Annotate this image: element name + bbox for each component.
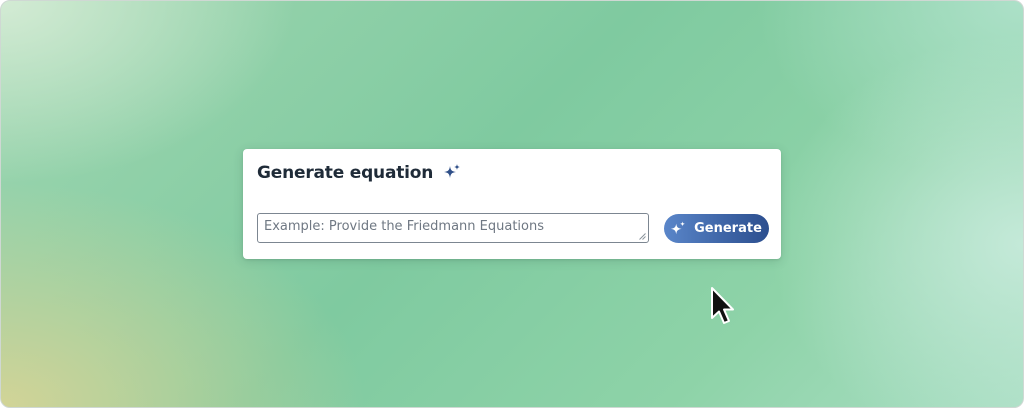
sparkles-icon <box>670 220 686 234</box>
generate-equation-card: Generate equation Generate <box>243 149 781 259</box>
resize-handle-icon[interactable] <box>639 233 646 240</box>
prompt-field-wrapper <box>257 213 649 243</box>
prompt-input[interactable] <box>257 213 649 243</box>
mouse-pointer-icon <box>711 287 734 324</box>
card-header: Generate equation <box>257 163 462 183</box>
sparkles-icon <box>444 164 461 178</box>
card-title: Generate equation <box>257 163 434 183</box>
background-canvas: Generate equation Generate <box>0 0 1024 408</box>
generate-button-label: Generate <box>694 221 762 236</box>
generate-button[interactable]: Generate <box>664 214 769 243</box>
